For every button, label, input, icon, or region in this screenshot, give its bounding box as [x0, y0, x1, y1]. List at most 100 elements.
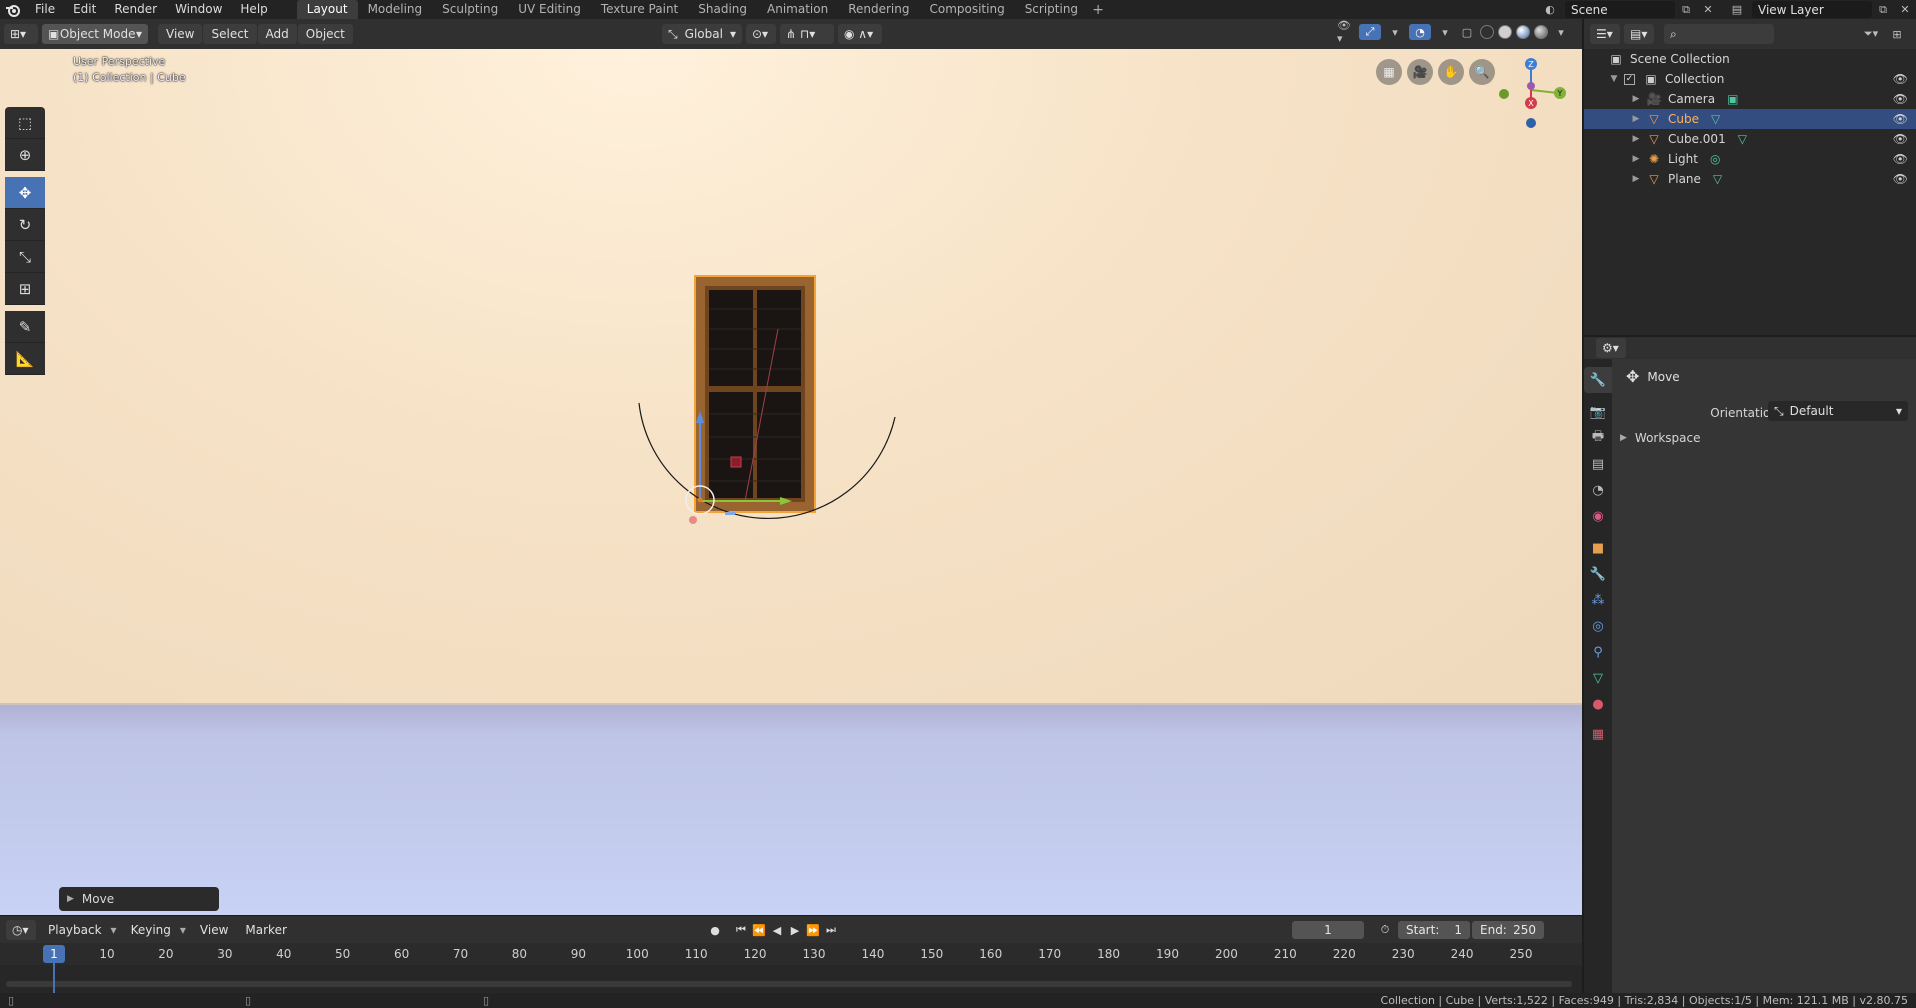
rendered-shading-icon[interactable] [1534, 25, 1548, 39]
tab-modeling[interactable]: Modeling [358, 0, 433, 19]
tab-material-icon[interactable]: ● [1584, 691, 1612, 717]
properties-editor-type-button[interactable]: ⚙▾ [1596, 338, 1626, 358]
axis-gizmo[interactable]: Z Y X [1486, 49, 1576, 135]
cube-object[interactable] [630, 269, 930, 609]
jump-start-icon[interactable]: ⏮ [732, 921, 750, 939]
scale-tool[interactable]: ⤡ [5, 241, 45, 273]
menu-help[interactable]: Help [231, 0, 276, 19]
shading-dropdown-icon[interactable]: ▾ [1553, 24, 1569, 40]
view-layer-selector[interactable]: View Layer [1752, 1, 1872, 18]
eye-icon[interactable]: 👁 [1893, 92, 1908, 106]
current-frame-field[interactable]: 1 [1292, 921, 1364, 939]
menu-window[interactable]: Window [166, 0, 231, 19]
annotate-tool[interactable]: ✎ [5, 311, 45, 343]
tab-render-icon[interactable]: 📷 [1584, 399, 1612, 425]
new-view-layer-icon[interactable]: ⧉ [1875, 2, 1891, 18]
tab-object-icon[interactable]: ■ [1584, 535, 1612, 561]
material-preview-shading-icon[interactable] [1516, 25, 1530, 39]
menu-add[interactable]: Add [257, 24, 297, 44]
solid-shading-icon[interactable] [1498, 25, 1512, 39]
expand-arrow-icon[interactable]: ▶ [1630, 154, 1642, 164]
tab-view-layer-icon[interactable]: ▤ [1584, 451, 1612, 477]
menu-object[interactable]: Object [297, 24, 353, 44]
rotate-tool[interactable]: ↻ [5, 209, 45, 241]
tab-animation[interactable]: Animation [757, 0, 838, 19]
outliner-row-camera[interactable]: ▶ 🎥 Camera ▣ 👁 [1584, 89, 1916, 109]
menu-select[interactable]: Select [203, 24, 257, 44]
mesh-data-icon[interactable]: ▽ [1711, 112, 1720, 126]
record-icon[interactable]: ● [706, 921, 724, 939]
tab-texture-paint[interactable]: Texture Paint [591, 0, 688, 19]
display-mode-button[interactable]: ▤▾ [1624, 24, 1654, 44]
tab-compositing[interactable]: Compositing [919, 0, 1014, 19]
menu-edit[interactable]: Edit [64, 0, 105, 19]
new-scene-icon[interactable]: ⧉ [1678, 2, 1694, 18]
expand-arrow-icon[interactable]: ▶ [1630, 94, 1642, 104]
outliner-row-cube-001[interactable]: ▶ ▽ Cube.001 ▽ 👁 [1584, 129, 1916, 149]
outliner-search-input[interactable]: ⌕ [1664, 24, 1774, 44]
eye-icon[interactable]: 👁 [1893, 72, 1908, 86]
tab-world-icon[interactable]: ◉ [1584, 503, 1612, 529]
timeline-scrollbar[interactable] [6, 981, 1572, 987]
expand-arrow-icon[interactable]: ▶ [1630, 134, 1642, 144]
next-keyframe-icon[interactable]: ⏩ [804, 921, 822, 939]
camera-view-icon[interactable]: 🎥 [1407, 59, 1433, 85]
start-frame-field[interactable]: Start: 1 [1398, 921, 1470, 939]
workspace-panel-header[interactable]: ▶ Workspace [1620, 431, 1701, 445]
tab-output-icon[interactable]: 🖶 [1584, 425, 1612, 451]
move-tool[interactable]: ✥ [5, 177, 45, 209]
orientation-dropdown[interactable]: ⤡ Default ▾ [1768, 401, 1908, 421]
snap-button[interactable]: ⋔ ⊓▾ [780, 24, 834, 44]
toggle-perspective-icon[interactable]: ▦ [1376, 59, 1402, 85]
gizmo-toggle-icon[interactable]: ⤢ [1359, 24, 1381, 40]
menu-file[interactable]: File [26, 0, 64, 19]
eye-icon[interactable]: 👁 [1893, 132, 1908, 146]
new-collection-icon[interactable]: ⊞ [1889, 26, 1905, 42]
tab-shading[interactable]: Shading [688, 0, 757, 19]
eye-icon[interactable]: 👁 [1893, 112, 1908, 126]
wireframe-shading-icon[interactable] [1480, 25, 1494, 39]
light-data-icon[interactable]: ◎ [1710, 152, 1720, 166]
overlays-toggle-icon[interactable]: ◔ [1409, 24, 1431, 40]
expand-arrow-icon[interactable]: ▶ [1630, 174, 1642, 184]
outliner-row-cube[interactable]: ▶ ▽ Cube ▽ 👁 [1584, 109, 1916, 129]
menu-render[interactable]: Render [105, 0, 166, 19]
3d-viewport[interactable]: User Perspective (1) Collection | Cube ⬚… [0, 49, 1582, 915]
camera-data-icon[interactable]: ▣ [1727, 92, 1738, 106]
select-box-tool[interactable]: ⬚ [5, 107, 45, 139]
add-workspace-button[interactable]: + [1088, 2, 1108, 18]
end-frame-field[interactable]: End: 250 [1472, 921, 1544, 939]
tab-particles-icon[interactable]: ⁂ [1584, 587, 1612, 613]
delete-scene-icon[interactable]: ✕ [1700, 2, 1716, 18]
current-frame-indicator[interactable]: 1 [43, 945, 65, 963]
timeline-area[interactable]: 10 20 30 40 50 60 70 80 90 100 110 120 130 140 150 160 1… [0, 943, 1582, 993]
filter-icon[interactable]: ⏷▾ [1863, 26, 1879, 42]
mesh-data-icon[interactable]: ▽ [1738, 132, 1747, 146]
mesh-data-icon[interactable]: ▽ [1713, 172, 1722, 186]
checkbox-icon[interactable]: ✓ [1624, 73, 1635, 85]
tab-constraints-icon[interactable]: ⚲ [1584, 639, 1612, 665]
eye-icon[interactable]: 👁 [1893, 172, 1908, 186]
scene-selector[interactable]: Scene [1565, 1, 1675, 18]
tab-mesh-data-icon[interactable]: ▽ [1584, 665, 1612, 691]
tab-rendering[interactable]: Rendering [838, 0, 919, 19]
play-icon[interactable]: ▶ [786, 921, 804, 939]
frame-ruler[interactable]: 10 20 30 40 50 60 70 80 90 100 110 120 130 140 150 160 1… [0, 943, 1582, 965]
eye-icon[interactable]: 👁 [1893, 152, 1908, 166]
blender-logo-icon[interactable] [0, 0, 26, 19]
outliner-row-plane[interactable]: ▶ ▽ Plane ▽ 👁 [1584, 169, 1916, 189]
xray-toggle-icon[interactable]: ▢ [1459, 24, 1475, 40]
outliner-editor-type-button[interactable]: ☰▾ [1590, 24, 1620, 44]
menu-playback[interactable]: Playback [40, 920, 110, 940]
tab-physics-icon[interactable]: ◎ [1584, 613, 1612, 639]
scene-icon[interactable]: ◐ [1542, 2, 1558, 18]
stopwatch-icon[interactable]: ⏱ [1376, 921, 1394, 939]
gizmo-dropdown-icon[interactable]: ▾ [1387, 24, 1403, 40]
measure-tool[interactable]: 📐 [5, 343, 45, 375]
outliner-row-collection[interactable]: ▼ ✓ ▣ Collection 👁 [1584, 69, 1916, 89]
tab-tool-icon[interactable]: 🔧 [1584, 367, 1612, 393]
menu-marker[interactable]: Marker [237, 920, 294, 940]
timeline-editor-type-button[interactable]: ◷▾ [6, 919, 36, 940]
expand-arrow-icon[interactable]: ▼ [1608, 74, 1620, 84]
pan-view-icon[interactable]: ✋ [1438, 59, 1464, 85]
